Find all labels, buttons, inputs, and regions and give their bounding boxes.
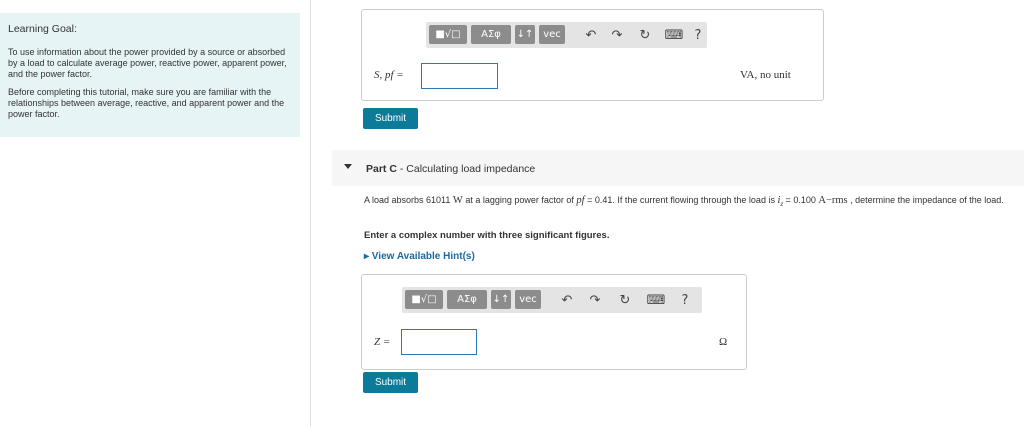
learning-goal-panel: Learning Goal: To use information about … bbox=[0, 13, 300, 137]
learning-goal-prereq-text: Before completing this tutorial, make su… bbox=[8, 87, 285, 119]
help-icon[interactable]: ? bbox=[690, 27, 706, 43]
help-icon[interactable]: ? bbox=[677, 292, 693, 308]
answer-input[interactable] bbox=[421, 63, 498, 89]
learning-goal-heading: Learning Goal: bbox=[8, 23, 77, 35]
part-c-title: Part C - Calculating load impedance bbox=[366, 163, 536, 175]
keyboard-icon[interactable]: ⌨ bbox=[665, 27, 684, 43]
variable-label: Z = bbox=[374, 336, 391, 348]
arrows-button[interactable]: ↓↑ bbox=[515, 25, 535, 44]
reset-icon[interactable]: ↻ bbox=[637, 27, 653, 43]
part-c-header[interactable]: Part C - Calculating load impedance bbox=[332, 150, 1024, 186]
collapse-caret-icon[interactable] bbox=[344, 164, 352, 169]
undo-icon[interactable]: ↶ bbox=[583, 27, 599, 43]
redo-icon[interactable]: ↷ bbox=[587, 292, 603, 308]
greek-symbols-button[interactable]: ΑΣφ bbox=[471, 25, 511, 44]
answer-box-part-c: ■√□ ΑΣφ ↓↑ vec ↶ ↷ ↻ ⌨ ? Z = Ω bbox=[361, 274, 747, 370]
variable-label: S, pf = bbox=[374, 69, 404, 81]
answer-input[interactable] bbox=[401, 329, 477, 355]
column-divider bbox=[310, 0, 311, 426]
greek-symbols-button[interactable]: ΑΣφ bbox=[447, 290, 487, 309]
math-toolbar: ■√□ ΑΣφ ↓↑ vec ↶ ↷ ↻ ⌨ ? bbox=[402, 287, 702, 313]
view-hints-link[interactable]: ▸ View Available Hint(s) bbox=[364, 251, 475, 262]
redo-icon[interactable]: ↷ bbox=[609, 27, 625, 43]
reset-icon[interactable]: ↻ bbox=[617, 292, 633, 308]
answer-box-part-b: ■√□ ΑΣφ ↓↑ vec ↶ ↷ ↻ ⌨ ? S, pf = VA, no … bbox=[361, 9, 824, 101]
learning-goal-text: To use information about the power provi… bbox=[8, 47, 287, 79]
templates-button[interactable]: ■√□ bbox=[429, 25, 467, 44]
math-toolbar: ■√□ ΑΣφ ↓↑ vec ↶ ↷ ↻ ⌨ ? bbox=[426, 22, 707, 48]
undo-icon[interactable]: ↶ bbox=[559, 292, 575, 308]
keyboard-icon[interactable]: ⌨ bbox=[647, 292, 666, 308]
arrows-button[interactable]: ↓↑ bbox=[491, 290, 511, 309]
instruction-text: Enter a complex number with three signif… bbox=[364, 230, 610, 241]
unit-label: Ω bbox=[719, 336, 728, 348]
templates-button[interactable]: ■√□ bbox=[405, 290, 443, 309]
problem-statement: A load absorbs 61011 W at a lagging powe… bbox=[364, 195, 1004, 208]
vector-button[interactable]: vec bbox=[539, 25, 565, 44]
unit-label: VA, no unit bbox=[740, 69, 791, 81]
submit-button[interactable]: Submit bbox=[363, 108, 418, 129]
vector-button[interactable]: vec bbox=[515, 290, 541, 309]
submit-button[interactable]: Submit bbox=[363, 372, 418, 393]
